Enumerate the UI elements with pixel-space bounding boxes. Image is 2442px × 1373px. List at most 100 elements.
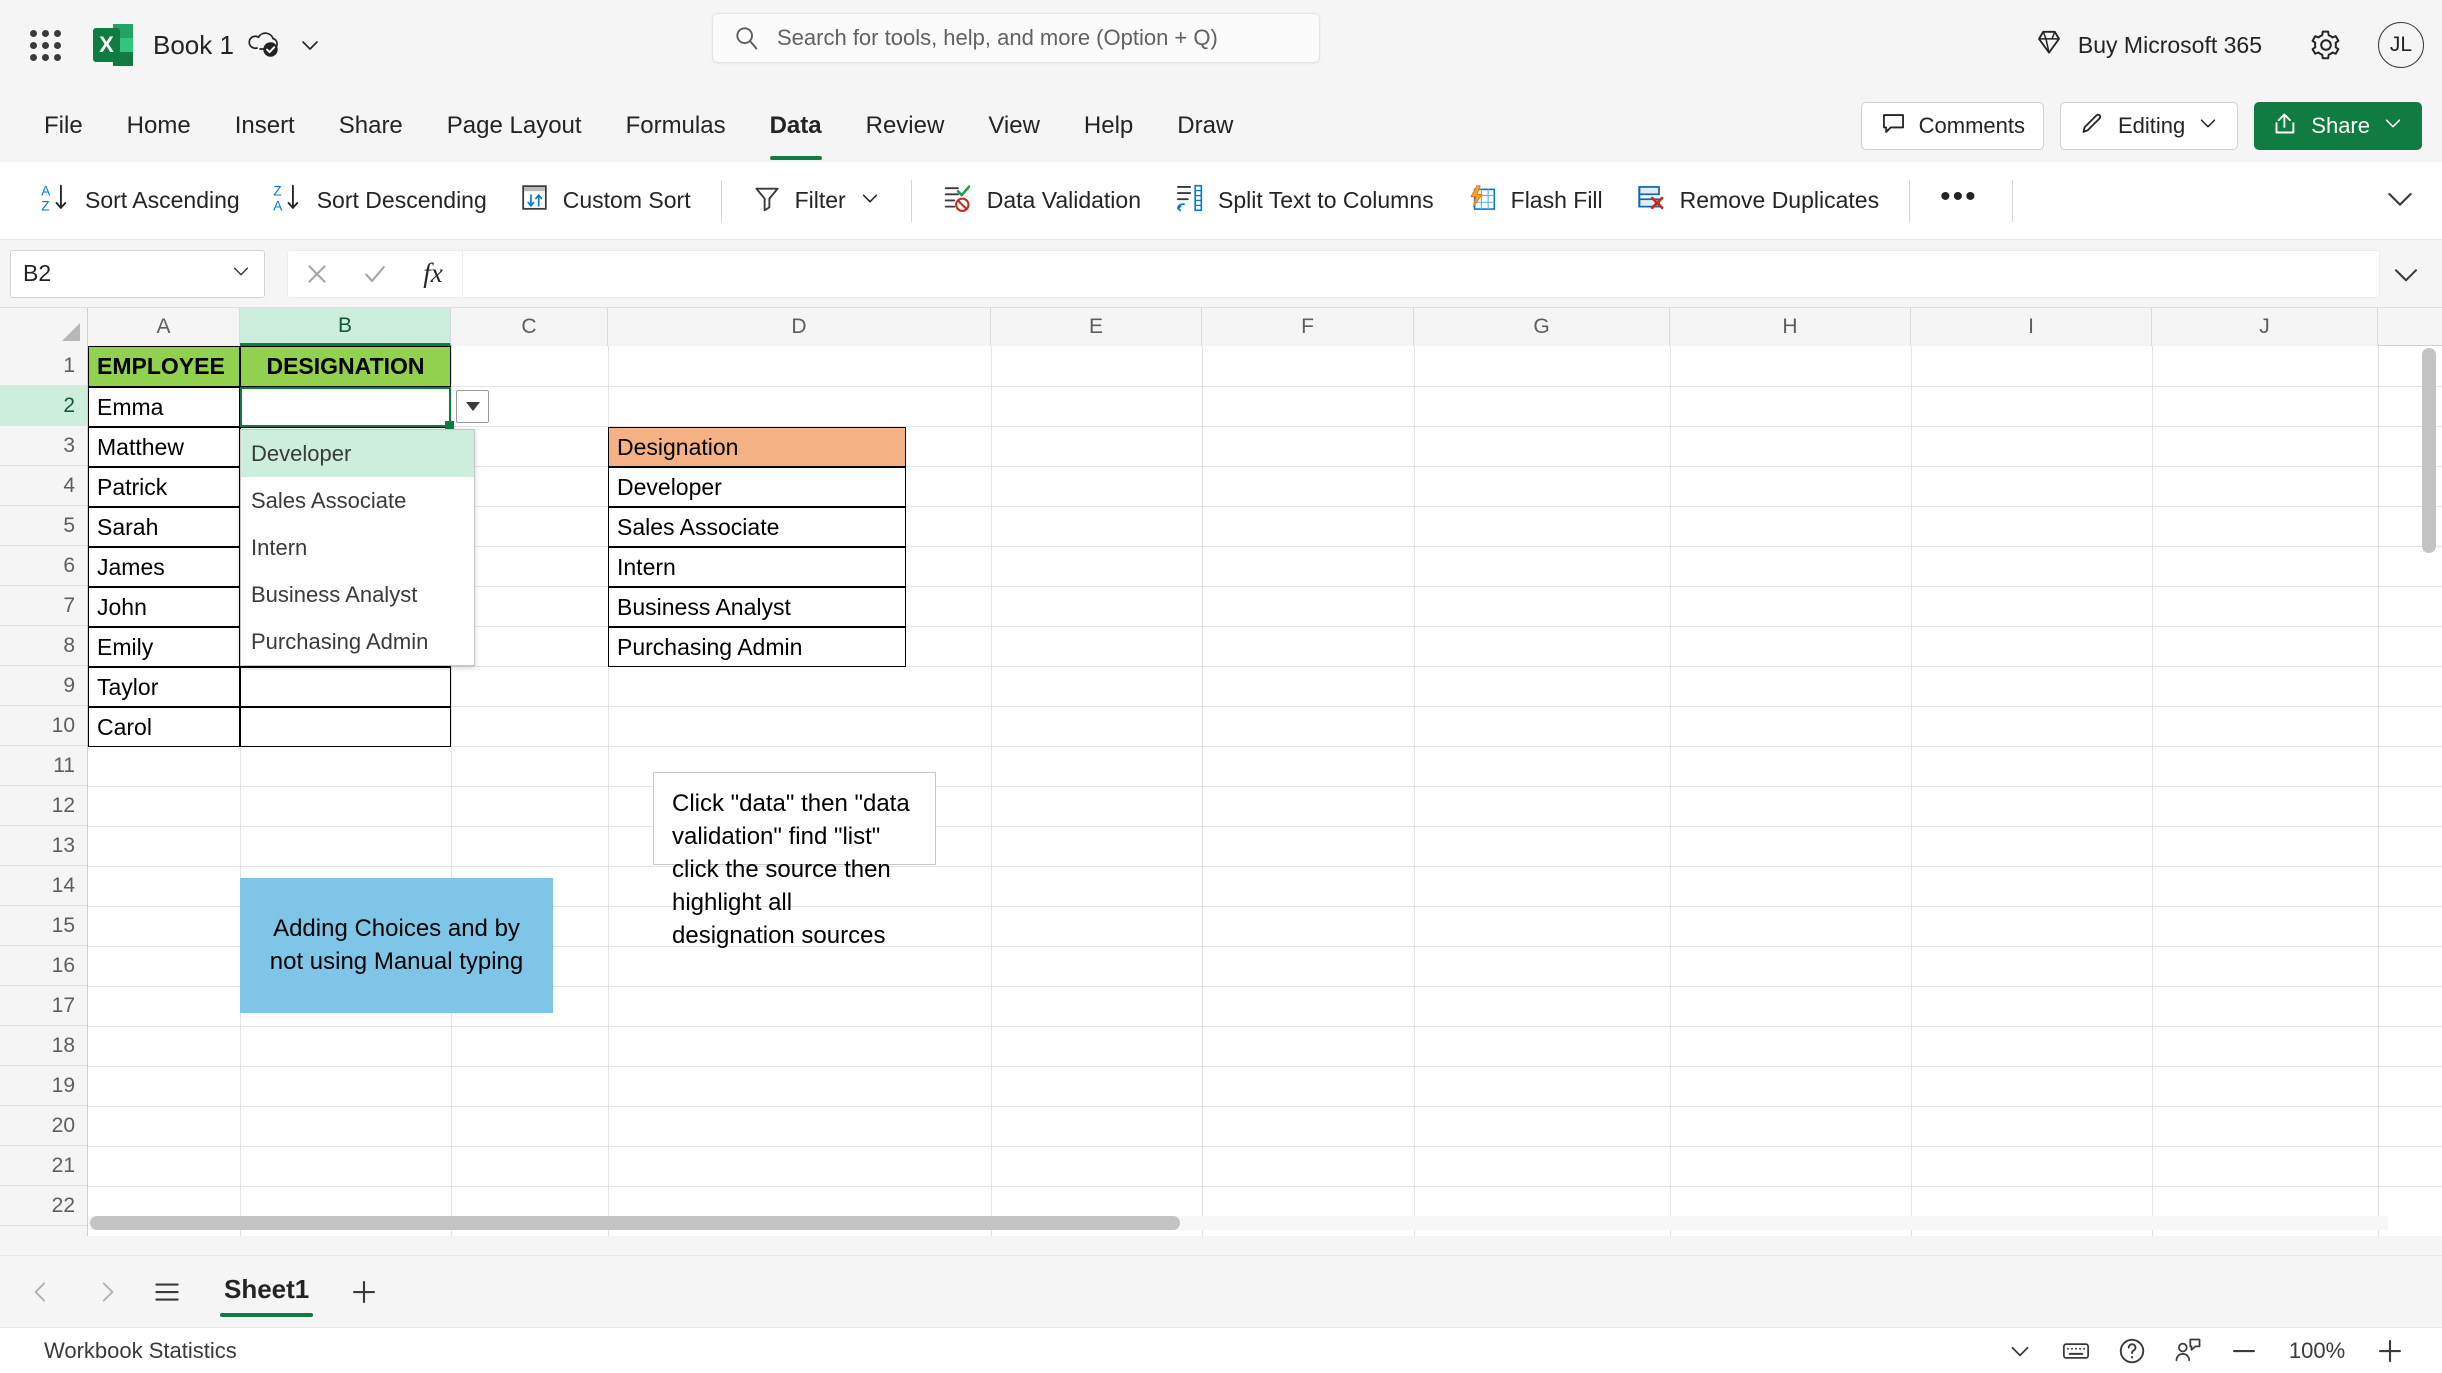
spreadsheet-grid[interactable]: A B C D E F G H I J 1 2 3 4 5 6 7 8 9 10… <box>0 308 2442 1236</box>
sort-ascending-button[interactable]: A Z Sort Ascending <box>24 173 256 229</box>
feedback-icon[interactable] <box>2160 1331 2216 1371</box>
remove-duplicates-button[interactable]: Remove Duplicates <box>1619 173 1895 229</box>
dropdown-option-developer[interactable]: Developer <box>241 430 474 477</box>
row-header-15[interactable]: 15 <box>0 906 87 946</box>
column-header-e[interactable]: E <box>991 308 1202 346</box>
row-header-19[interactable]: 19 <box>0 1066 87 1106</box>
zoom-out-minus-icon[interactable] <box>2216 1331 2272 1371</box>
name-box[interactable]: B2 <box>10 249 265 298</box>
gear-icon[interactable] <box>2300 19 2352 71</box>
check-icon[interactable] <box>346 251 404 297</box>
row-header-8[interactable]: 8 <box>0 626 87 666</box>
tab-review[interactable]: Review <box>844 102 967 150</box>
comments-button[interactable]: Comments <box>1860 102 2044 150</box>
custom-sort-button[interactable]: Custom Sort <box>503 173 707 229</box>
cell-a4[interactable]: Patrick <box>88 467 240 507</box>
dropdown-option-intern[interactable]: Intern <box>241 524 474 571</box>
keyboard-icon[interactable] <box>2048 1331 2104 1371</box>
app-launcher-button[interactable] <box>22 22 68 68</box>
split-text-to-columns-button[interactable]: Split Text to Columns <box>1157 173 1450 229</box>
flash-fill-button[interactable]: Flash Fill <box>1450 173 1619 229</box>
tab-insert[interactable]: Insert <box>213 102 317 150</box>
cell-a8[interactable]: Emily <box>88 627 240 667</box>
row-header-2[interactable]: 2 <box>0 386 87 426</box>
cell-d3[interactable]: Designation <box>608 427 906 467</box>
formula-input[interactable] <box>463 249 2380 298</box>
horizontal-scrollbar-thumb[interactable] <box>90 1216 1180 1230</box>
expand-formula-bar-chevron-down-icon[interactable] <box>2380 250 2432 298</box>
collapse-ribbon-chevron-down-icon[interactable] <box>2384 182 2416 219</box>
column-header-j[interactable]: J <box>2152 308 2378 346</box>
tab-page-layout[interactable]: Page Layout <box>425 102 604 150</box>
cell-a7[interactable]: John <box>88 587 240 627</box>
cell-a1[interactable]: EMPLOYEE <box>88 346 240 387</box>
row-header-13[interactable]: 13 <box>0 826 87 866</box>
row-header-22[interactable]: 22 <box>0 1186 87 1226</box>
cell-d6[interactable]: Intern <box>608 547 906 587</box>
cell-d7[interactable]: Business Analyst <box>608 587 906 627</box>
cell-a5[interactable]: Sarah <box>88 507 240 547</box>
buy-microsoft-365-button[interactable]: Buy Microsoft 365 <box>2020 19 2276 71</box>
column-header-g[interactable]: G <box>1414 308 1670 346</box>
column-header-b[interactable]: B <box>240 308 451 346</box>
row-header-11[interactable]: 11 <box>0 746 87 786</box>
tab-view[interactable]: View <box>966 102 1062 150</box>
avatar[interactable]: JL <box>2378 22 2424 68</box>
status-chevron-down-icon[interactable] <box>1992 1331 2048 1371</box>
column-header-d[interactable]: D <box>608 308 991 346</box>
zoom-level[interactable]: 100% <box>2272 1338 2362 1364</box>
column-header-i[interactable]: I <box>1911 308 2152 346</box>
cell-a3[interactable]: Matthew <box>88 427 240 467</box>
cell-a2[interactable]: Emma <box>88 387 240 427</box>
filter-button[interactable]: Filter <box>736 173 897 229</box>
search-box[interactable] <box>712 13 1320 63</box>
chevron-right-icon[interactable] <box>84 1269 130 1315</box>
cells-area[interactable]: EMPLOYEE DESIGNATION Emma Matthew Patric… <box>88 346 2442 1236</box>
toolbar-overflow-button[interactable]: ••• <box>1924 173 1994 229</box>
cell-b10[interactable] <box>240 707 451 747</box>
search-input[interactable] <box>777 25 1287 51</box>
data-validation-button[interactable]: Data Validation <box>926 173 1157 229</box>
row-header-7[interactable]: 7 <box>0 586 87 626</box>
cell-d4[interactable]: Developer <box>608 467 906 507</box>
row-header-3[interactable]: 3 <box>0 426 87 466</box>
column-header-c[interactable]: C <box>451 308 608 346</box>
cancel-icon[interactable] <box>288 251 346 297</box>
tab-file[interactable]: File <box>22 102 105 150</box>
file-menu-chevron-down-icon[interactable] <box>298 33 322 57</box>
sheet-tab-sheet1[interactable]: Sheet1 <box>204 1264 329 1319</box>
dropdown-option-sales-associate[interactable]: Sales Associate <box>241 477 474 524</box>
row-header-20[interactable]: 20 <box>0 1106 87 1146</box>
tab-data[interactable]: Data <box>748 102 844 160</box>
data-validation-dropdown-list[interactable]: Developer Sales Associate Intern Busines… <box>240 429 475 666</box>
cloud-saved-icon[interactable] <box>248 30 282 60</box>
column-header-a[interactable]: A <box>88 308 240 346</box>
cell-a9[interactable]: Taylor <box>88 667 240 707</box>
cell-d5[interactable]: Sales Associate <box>608 507 906 547</box>
cell-a6[interactable]: James <box>88 547 240 587</box>
chevron-left-icon[interactable] <box>18 1269 64 1315</box>
row-header-12[interactable]: 12 <box>0 786 87 826</box>
row-header-5[interactable]: 5 <box>0 506 87 546</box>
tab-share[interactable]: Share <box>317 102 425 150</box>
help-circle-icon[interactable] <box>2104 1331 2160 1371</box>
row-header-6[interactable]: 6 <box>0 546 87 586</box>
column-header-h[interactable]: H <box>1670 308 1911 346</box>
vertical-scrollbar-thumb[interactable] <box>2422 348 2436 553</box>
select-all-button[interactable] <box>0 308 88 346</box>
row-header-17[interactable]: 17 <box>0 986 87 1026</box>
cell-a10[interactable]: Carol <box>88 707 240 747</box>
row-header-18[interactable]: 18 <box>0 1026 87 1066</box>
share-button[interactable]: Share <box>2254 102 2422 150</box>
editing-mode-button[interactable]: Editing <box>2060 102 2239 150</box>
cell-b1[interactable]: DESIGNATION <box>240 346 451 387</box>
cell-b9[interactable] <box>240 667 451 707</box>
dropdown-option-business-analyst[interactable]: Business Analyst <box>241 571 474 618</box>
row-header-16[interactable]: 16 <box>0 946 87 986</box>
add-sheet-plus-icon[interactable] <box>339 1267 389 1317</box>
all-sheets-hamburger-icon[interactable] <box>144 1269 190 1315</box>
fx-icon[interactable]: fx <box>404 251 462 297</box>
row-header-1[interactable]: 1 <box>0 346 87 386</box>
row-header-21[interactable]: 21 <box>0 1146 87 1186</box>
dropdown-option-purchasing-admin[interactable]: Purchasing Admin <box>241 618 474 665</box>
